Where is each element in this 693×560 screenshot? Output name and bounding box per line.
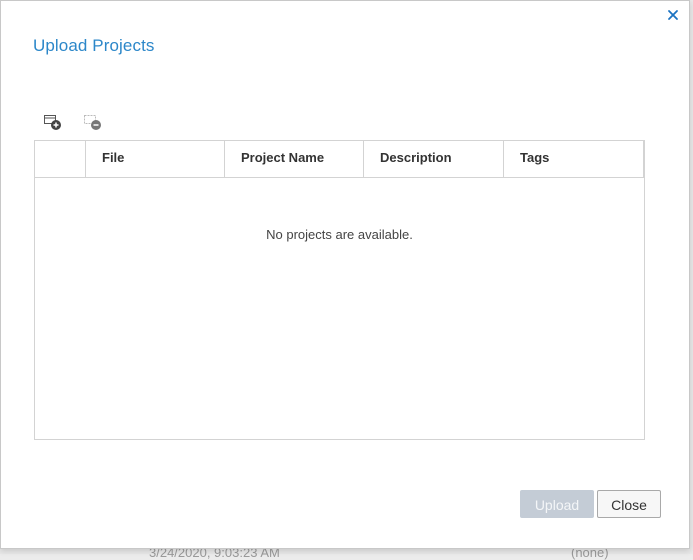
close-icon[interactable]	[665, 7, 681, 23]
add-row-icon	[44, 115, 61, 130]
table-header: File Project Name Description Tags	[35, 141, 644, 178]
projects-table: File Project Name Description Tags No pr…	[34, 140, 645, 440]
close-button[interactable]: Close	[597, 490, 661, 518]
column-header-tags[interactable]: Tags	[504, 141, 644, 177]
column-header-project-name[interactable]: Project Name	[225, 141, 364, 177]
add-row-button[interactable]	[42, 111, 64, 133]
remove-row-button[interactable]	[82, 111, 104, 133]
upload-projects-dialog: Upload Projects File Project Name Descri…	[0, 0, 690, 549]
remove-row-icon	[84, 115, 101, 130]
dialog-title: Upload Projects	[33, 36, 155, 55]
column-header-description[interactable]: Description	[364, 141, 504, 177]
empty-table-message: No projects are available.	[266, 227, 413, 242]
column-header-select[interactable]	[35, 141, 86, 177]
upload-button[interactable]: Upload	[520, 490, 594, 518]
column-header-file[interactable]: File	[86, 141, 225, 177]
